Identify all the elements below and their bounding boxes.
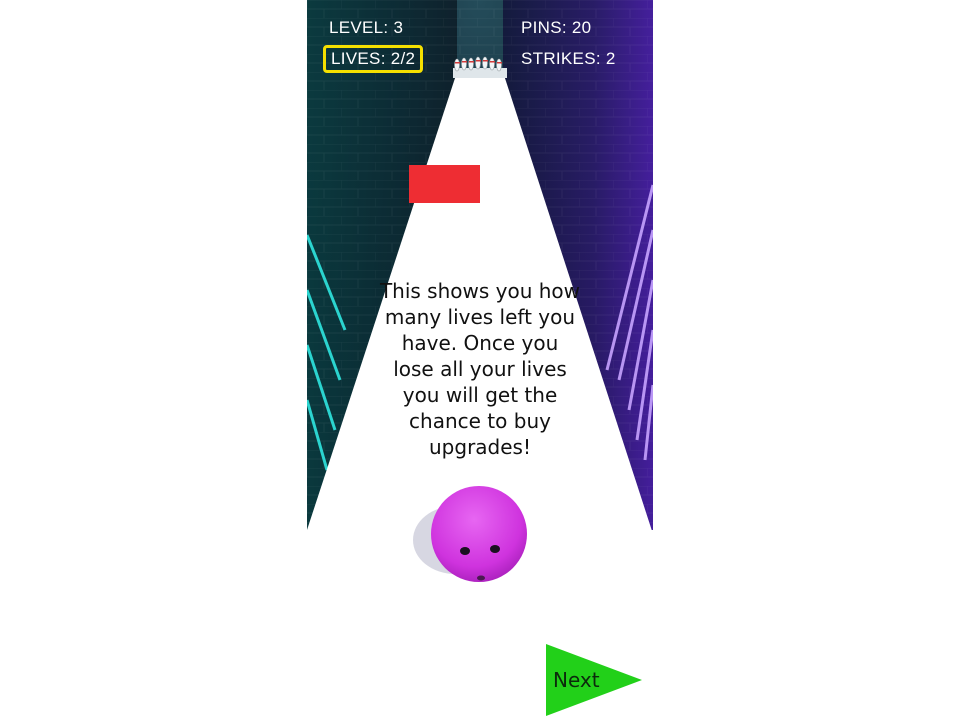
screen: LEVEL: 3 PINS: 20 LIVES: 2/2 STRIKES: 2 … <box>0 0 960 720</box>
next-button-label: Next <box>553 668 600 692</box>
next-button[interactable]: Next <box>546 644 642 716</box>
game-viewport: LEVEL: 3 PINS: 20 LIVES: 2/2 STRIKES: 2 … <box>307 0 653 720</box>
pins-counter: PINS: 20 <box>521 18 592 37</box>
red-block-icon <box>409 165 480 203</box>
strikes-counter: STRIKES: 2 <box>521 49 616 68</box>
tutorial-message: This shows you how many lives left you h… <box>379 279 581 459</box>
lives-counter-highlighted: LIVES: 2/2 <box>323 45 424 73</box>
level-counter: LEVEL: 3 <box>329 18 404 37</box>
